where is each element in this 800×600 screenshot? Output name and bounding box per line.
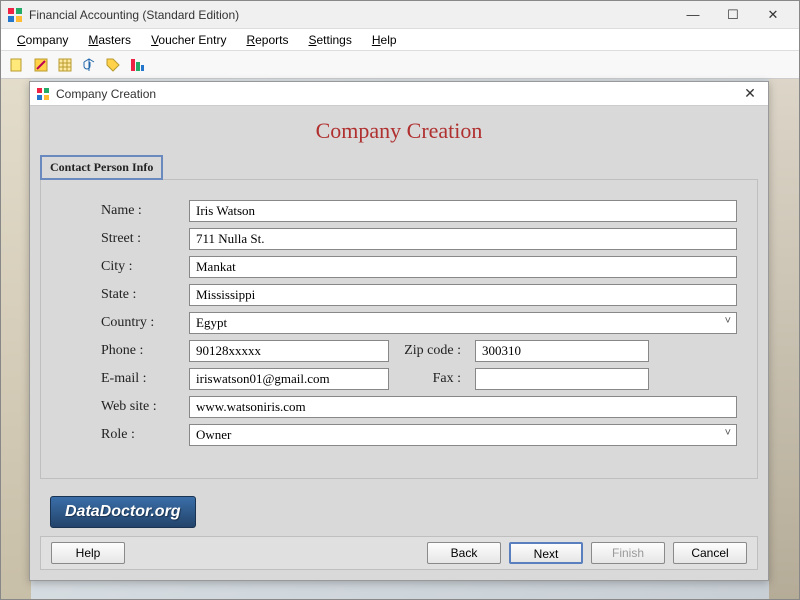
website-field[interactable] bbox=[189, 396, 737, 418]
label-name: Name : bbox=[61, 203, 181, 219]
name-field[interactable] bbox=[189, 200, 737, 222]
minimize-button[interactable]: — bbox=[673, 4, 713, 26]
main-window: Financial Accounting (Standard Edition) … bbox=[0, 0, 800, 600]
form-panel: Name : Street : City : State : bbox=[40, 179, 758, 479]
toolbar bbox=[1, 51, 799, 79]
menu-masters[interactable]: Masters bbox=[78, 31, 141, 49]
state-field[interactable] bbox=[189, 284, 737, 306]
zip-field[interactable] bbox=[475, 340, 649, 362]
back-button[interactable]: Back bbox=[427, 542, 501, 564]
menu-settings[interactable]: Settings bbox=[298, 31, 361, 49]
dialog-close-button[interactable]: ✕ bbox=[738, 85, 762, 102]
mdi-area: Company Creation ✕ Company Creation Cont… bbox=[1, 79, 799, 599]
next-button[interactable]: Next bbox=[509, 542, 583, 564]
menu-company[interactable]: Company bbox=[7, 31, 78, 49]
cancel-button[interactable]: Cancel bbox=[673, 542, 747, 564]
toolbar-tag-icon[interactable] bbox=[103, 55, 123, 75]
menu-voucher-entry[interactable]: Voucher Entry bbox=[141, 31, 236, 49]
toolbar-new-icon[interactable] bbox=[7, 55, 27, 75]
fax-field[interactable] bbox=[475, 368, 649, 390]
background-decoration-left bbox=[1, 79, 31, 599]
finish-button[interactable]: Finish bbox=[591, 542, 665, 564]
label-street: Street : bbox=[61, 231, 181, 247]
email-field[interactable] bbox=[189, 368, 389, 390]
dialog-titlebar: Company Creation ✕ bbox=[30, 82, 768, 106]
phone-field[interactable] bbox=[189, 340, 389, 362]
street-field[interactable] bbox=[189, 228, 737, 250]
titlebar: Financial Accounting (Standard Edition) … bbox=[1, 1, 799, 29]
background-decoration-right bbox=[769, 79, 799, 599]
datadoctor-logo: DataDoctor.org bbox=[50, 496, 196, 528]
dialog-body: Company Creation Contact Person Info Nam… bbox=[30, 106, 768, 580]
tab-contact-person-info[interactable]: Contact Person Info bbox=[40, 155, 163, 180]
dialog-icon bbox=[36, 87, 50, 101]
maximize-button[interactable]: ☐ bbox=[713, 4, 753, 26]
dialog-heading: Company Creation bbox=[40, 118, 758, 144]
label-zip: Zip code : bbox=[397, 343, 467, 359]
company-creation-dialog: Company Creation ✕ Company Creation Cont… bbox=[29, 81, 769, 581]
label-email: E-mail : bbox=[61, 371, 181, 387]
label-fax: Fax : bbox=[397, 371, 467, 387]
dialog-title: Company Creation bbox=[56, 87, 738, 101]
country-select[interactable] bbox=[189, 312, 737, 334]
window-title: Financial Accounting (Standard Edition) bbox=[29, 8, 673, 22]
label-phone: Phone : bbox=[61, 343, 181, 359]
dialog-button-row: Help Back Next Finish Cancel bbox=[40, 536, 758, 570]
close-button[interactable]: ✕ bbox=[753, 4, 793, 26]
app-icon bbox=[7, 7, 23, 23]
toolbar-report-icon[interactable] bbox=[127, 55, 147, 75]
label-country: Country : bbox=[61, 315, 181, 331]
toolbar-balance-icon[interactable] bbox=[79, 55, 99, 75]
city-field[interactable] bbox=[189, 256, 737, 278]
label-city: City : bbox=[61, 259, 181, 275]
role-select[interactable] bbox=[189, 424, 737, 446]
label-role: Role : bbox=[61, 427, 181, 443]
window-controls: — ☐ ✕ bbox=[673, 4, 793, 26]
toolbar-grid-icon[interactable] bbox=[55, 55, 75, 75]
menu-help[interactable]: Help bbox=[362, 31, 407, 49]
toolbar-edit-icon[interactable] bbox=[31, 55, 51, 75]
menu-reports[interactable]: Reports bbox=[236, 31, 298, 49]
menubar: Company Masters Voucher Entry Reports Se… bbox=[1, 29, 799, 51]
label-state: State : bbox=[61, 287, 181, 303]
help-button[interactable]: Help bbox=[51, 542, 125, 564]
label-website: Web site : bbox=[61, 399, 181, 415]
